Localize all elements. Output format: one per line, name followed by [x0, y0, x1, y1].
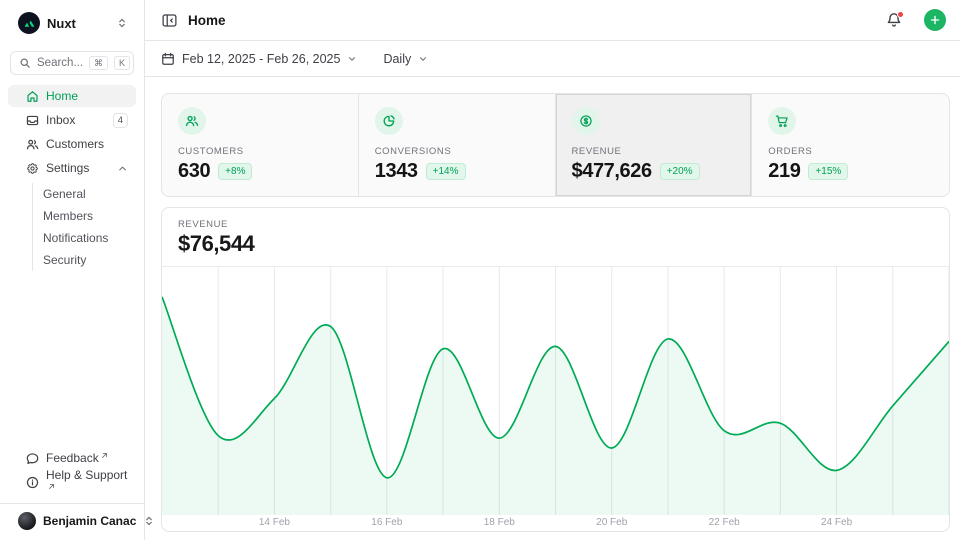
page-title: Home	[188, 13, 876, 28]
search-placeholder: Search...	[37, 57, 83, 69]
help-support-link[interactable]: Help & Support	[8, 471, 136, 493]
x-tick-label: 20 Feb	[596, 517, 627, 528]
sidebar-nav: Home Inbox 4 Customers Settings	[8, 85, 136, 271]
sidebar-item-general[interactable]: General	[43, 183, 136, 205]
sub-item-label: Security	[43, 253, 86, 267]
gear-icon	[26, 162, 39, 175]
revenue-chart-svg	[162, 267, 949, 515]
sidebar-item-settings[interactable]: Settings	[8, 157, 136, 179]
search-input[interactable]: Search... ⌘ K	[10, 51, 134, 75]
nuxt-logo-icon	[18, 12, 40, 34]
sidebar-item-inbox[interactable]: Inbox 4	[8, 109, 136, 131]
workspace-name: Nuxt	[47, 16, 109, 31]
user-avatar	[18, 512, 36, 530]
sidebar-item-members[interactable]: Members	[43, 205, 136, 227]
feedback-link[interactable]: Feedback	[8, 447, 136, 469]
sub-item-label: General	[43, 187, 86, 201]
x-tick-label: 22 Feb	[709, 517, 740, 528]
app: Nuxt Search... ⌘ K Home	[0, 0, 960, 540]
stat-delta-badge: +8%	[218, 163, 252, 180]
user-menu[interactable]: Benjamin Canac	[0, 503, 144, 532]
notifications-button[interactable]	[886, 12, 902, 28]
sidebar-item-home[interactable]: Home	[8, 85, 136, 107]
stat-label: ORDERS	[768, 146, 933, 157]
chart-header: REVENUE $76,544	[162, 208, 949, 267]
sub-item-label: Members	[43, 209, 93, 223]
calendar-icon	[161, 52, 175, 66]
external-link-icon	[48, 479, 55, 493]
info-circle-icon	[26, 476, 39, 489]
users-icon	[26, 138, 39, 151]
sidebar-item-label: Home	[46, 89, 128, 103]
stat-label: REVENUE	[572, 146, 736, 157]
chevron-up-icon	[117, 163, 128, 174]
stat-card-revenue[interactable]: REVENUE $477,626 +20%	[556, 94, 753, 196]
chevron-down-icon	[347, 54, 357, 64]
x-axis-ticks: 14 Feb 16 Feb 18 Feb 20 Feb 22 Feb 24 Feb	[162, 515, 949, 531]
stat-value: 1343	[375, 160, 418, 183]
chevron-down-icon	[418, 54, 428, 64]
stat-value: 630	[178, 160, 210, 183]
chevron-up-down-icon	[116, 17, 128, 29]
home-icon	[26, 90, 39, 103]
footer-link-label: Feedback	[46, 451, 128, 465]
date-range-label: Feb 12, 2025 - Feb 26, 2025	[182, 52, 340, 66]
chat-bubble-icon	[26, 452, 39, 465]
pie-chart-icon	[375, 107, 403, 135]
chart-title: REVENUE	[178, 219, 933, 230]
page-content: CUSTOMERS 630 +8% CONVERSIONS 1343 +14%	[145, 77, 960, 540]
period-label: Daily	[383, 52, 411, 66]
add-button[interactable]	[924, 9, 946, 31]
stat-delta-badge: +14%	[426, 163, 466, 180]
stat-label: CUSTOMERS	[178, 146, 342, 157]
notification-dot	[897, 11, 904, 18]
top-bar: Home	[145, 0, 960, 41]
sub-item-label: Notifications	[43, 231, 108, 245]
kbd-k: K	[114, 56, 130, 71]
chart-current-value: $76,544	[178, 231, 933, 257]
user-name: Benjamin Canac	[43, 514, 136, 528]
date-range-picker[interactable]: Feb 12, 2025 - Feb 26, 2025	[161, 52, 357, 66]
shopping-cart-icon	[768, 107, 796, 135]
stat-delta-badge: +15%	[808, 163, 848, 180]
settings-submenu: General Members Notifications Security	[32, 183, 136, 271]
sidebar-item-label: Settings	[46, 161, 110, 175]
search-icon	[19, 57, 31, 69]
x-tick-label: 24 Feb	[821, 517, 852, 528]
x-tick-label: 14 Feb	[259, 517, 290, 528]
sidebar-item-notifications[interactable]: Notifications	[43, 227, 136, 249]
stat-value: $477,626	[572, 160, 652, 183]
collapse-sidebar-button[interactable]	[161, 12, 178, 29]
stat-value: 219	[768, 160, 800, 183]
users-icon	[178, 107, 206, 135]
revenue-chart-plot[interactable]	[162, 267, 949, 515]
footer-link-label: Help & Support	[46, 468, 128, 496]
x-tick-label: 16 Feb	[371, 517, 402, 528]
workspace-switcher[interactable]: Nuxt	[8, 10, 136, 36]
stat-card-orders[interactable]: ORDERS 219 +15%	[752, 94, 949, 196]
stats-row: CUSTOMERS 630 +8% CONVERSIONS 1343 +14%	[161, 93, 950, 197]
filters-toolbar: Feb 12, 2025 - Feb 26, 2025 Daily	[145, 41, 960, 77]
stat-label: CONVERSIONS	[375, 146, 539, 157]
x-tick-label: 18 Feb	[484, 517, 515, 528]
sidebar-item-customers[interactable]: Customers	[8, 133, 136, 155]
external-link-icon	[101, 448, 108, 462]
dollar-circle-icon	[572, 107, 600, 135]
kbd-meta: ⌘	[89, 56, 108, 71]
stat-delta-badge: +20%	[660, 163, 700, 180]
inbox-count-badge: 4	[113, 113, 128, 128]
stat-card-conversions[interactable]: CONVERSIONS 1343 +14%	[359, 94, 556, 196]
stat-card-customers[interactable]: CUSTOMERS 630 +8%	[162, 94, 359, 196]
sidebar-item-security[interactable]: Security	[43, 249, 136, 271]
inbox-icon	[26, 114, 39, 127]
sidebar-item-label: Inbox	[46, 113, 106, 127]
sidebar-footer: Feedback Help & Support Benjamin Canac	[8, 447, 136, 532]
sidebar-item-label: Customers	[46, 137, 128, 151]
sidebar: Nuxt Search... ⌘ K Home	[0, 0, 145, 540]
revenue-chart-card: REVENUE $76,544 14 Feb 16 Feb 18 Feb 20 Feb…	[161, 207, 950, 532]
main-area: Home Feb 12, 2025 - Feb 26, 2025 Daily	[145, 0, 960, 540]
period-select[interactable]: Daily	[383, 52, 428, 66]
